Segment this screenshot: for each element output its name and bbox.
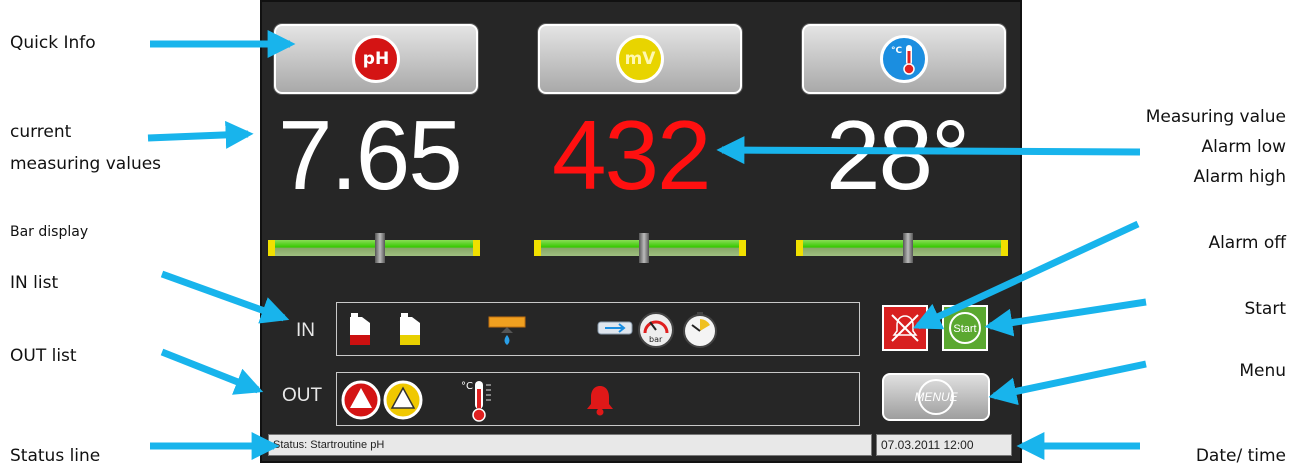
arrow-menu — [988, 360, 1147, 406]
annotation-arrows — [147, 30, 1147, 460]
arrow-out-list — [160, 348, 264, 395]
arrow-current-values — [147, 120, 254, 149]
arrow-start — [984, 298, 1147, 337]
arrow-in-list — [160, 270, 290, 324]
arrow-measuring-value — [716, 136, 1141, 165]
